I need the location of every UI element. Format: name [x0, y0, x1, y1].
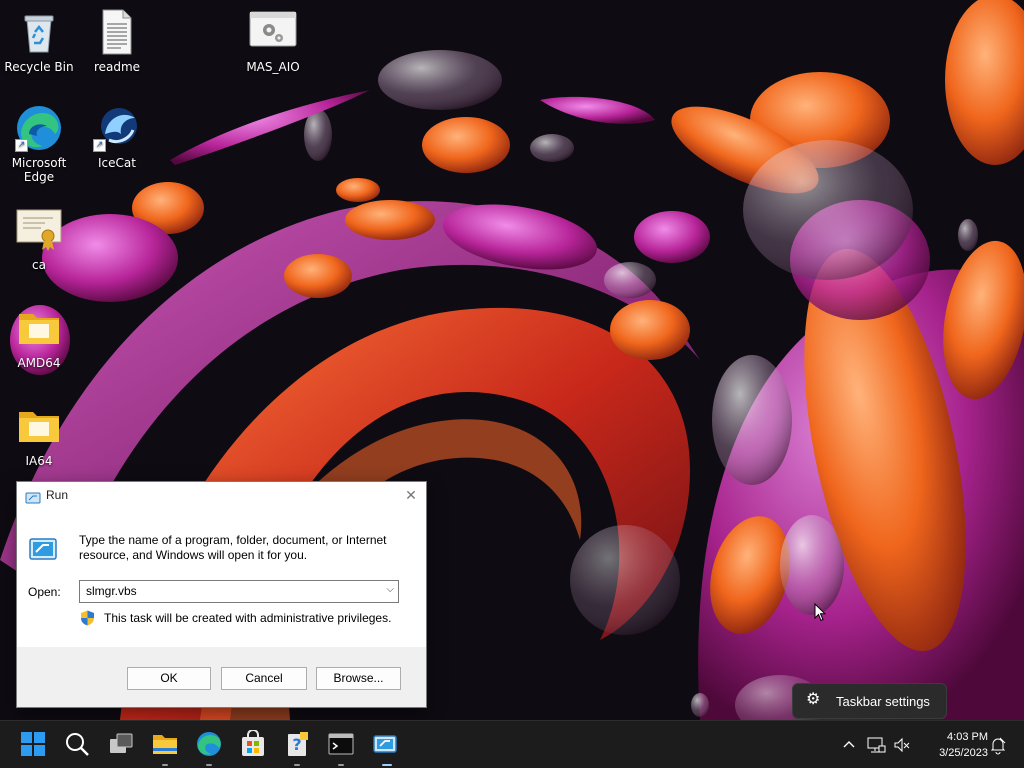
- desktop-icon-ca[interactable]: ca: [1, 206, 77, 272]
- volume-muted-icon[interactable]: [892, 735, 912, 755]
- shortcut-arrow-icon: ↗: [93, 139, 106, 152]
- run-dialog-description: Type the name of a program, folder, docu…: [79, 533, 387, 562]
- desktop-icon-ia64[interactable]: IA64: [1, 402, 77, 468]
- active-indicator: [382, 764, 392, 766]
- open-label: Open:: [28, 585, 61, 599]
- edge-icon[interactable]: [195, 730, 223, 758]
- system-clock[interactable]: 4:03 PM 3/25/2023: [916, 729, 988, 761]
- notification-icon[interactable]: [988, 735, 1008, 755]
- desktop-icon-label: IceCat: [98, 156, 136, 170]
- run-dialog-footer: OK Cancel Browse...: [17, 647, 426, 707]
- desktop-icon-label: Recycle Bin: [4, 60, 74, 74]
- browse-button[interactable]: Browse...: [316, 667, 401, 690]
- shortcut-arrow-icon: ↗: [15, 139, 28, 152]
- admin-privileges-note: This task will be created with administr…: [104, 611, 392, 625]
- desktop-icon-amd64[interactable]: AMD64: [1, 304, 77, 370]
- run-dialog-titlebar[interactable]: Run ✕: [17, 482, 426, 510]
- text-document-icon: [93, 8, 141, 56]
- chevron-up-icon[interactable]: [840, 735, 858, 753]
- clock-date: 3/25/2023: [939, 747, 988, 759]
- icecat-icon: ↗: [93, 104, 141, 152]
- clock-time: 4:03 PM: [947, 731, 988, 743]
- script-file-icon: [249, 8, 297, 56]
- close-icon[interactable]: ✕: [396, 482, 426, 510]
- search-icon[interactable]: [63, 730, 91, 758]
- running-indicator: [338, 764, 344, 766]
- network-icon[interactable]: [866, 735, 886, 755]
- desktop-icon-label: Microsoft Edge: [11, 156, 67, 184]
- desktop-icon-label: AMD64: [17, 356, 61, 370]
- gear-icon: ⚙: [806, 691, 821, 708]
- desktop-icon-mas-aio[interactable]: MAS_AIO: [235, 8, 311, 74]
- certificate-icon: [15, 206, 63, 254]
- uac-shield-icon: [80, 610, 95, 626]
- running-indicator: [206, 764, 212, 766]
- store-icon[interactable]: [239, 729, 267, 758]
- run-dialog-title: Run: [46, 488, 69, 502]
- mouse-pointer-icon: [814, 602, 827, 626]
- edge-icon: ↗: [15, 104, 63, 152]
- ok-button[interactable]: OK: [127, 667, 211, 690]
- folder-icon: [15, 304, 63, 352]
- run-icon: [25, 489, 41, 504]
- recycle-bin-icon: [15, 8, 63, 56]
- desktop-icon-readme[interactable]: readme: [79, 8, 155, 74]
- desktop-icon-icecat[interactable]: ↗ IceCat: [79, 104, 155, 170]
- run-icon[interactable]: [371, 730, 399, 758]
- open-input[interactable]: slmgr.vbs: [86, 584, 137, 598]
- desktop-icon-label: readme: [93, 60, 141, 74]
- run-dialog: Run ✕ Type the name of a program, folder…: [16, 481, 427, 708]
- desktop-icon-recycle-bin[interactable]: Recycle Bin: [1, 8, 77, 74]
- running-indicator: [162, 764, 168, 766]
- task-view-icon[interactable]: [107, 730, 135, 758]
- chevron-down-icon[interactable]: ⌵: [386, 584, 394, 595]
- desktop-icon-label: MAS_AIO: [246, 60, 300, 74]
- folder-icon: [15, 402, 63, 450]
- run-app-icon: [29, 538, 57, 560]
- taskbar: ? 4:03 PM 3/25/2023: [0, 720, 1024, 768]
- start-icon[interactable]: [19, 730, 47, 758]
- tooltip-text: Taskbar settings: [836, 694, 930, 709]
- desktop-icon-label: IA64: [25, 454, 53, 468]
- help-icon[interactable]: ?: [283, 730, 311, 758]
- cancel-button[interactable]: Cancel: [221, 667, 307, 690]
- taskbar-settings-tooltip[interactable]: ⚙ Taskbar settings: [792, 683, 947, 719]
- terminal-icon[interactable]: [327, 730, 355, 758]
- open-combobox[interactable]: slmgr.vbs ⌵: [79, 580, 399, 603]
- file-explorer-icon[interactable]: [151, 730, 179, 758]
- running-indicator: [294, 764, 300, 766]
- desktop-icon-label: ca: [32, 258, 46, 272]
- desktop-icon-microsoft-edge[interactable]: ↗ Microsoft Edge: [1, 104, 77, 184]
